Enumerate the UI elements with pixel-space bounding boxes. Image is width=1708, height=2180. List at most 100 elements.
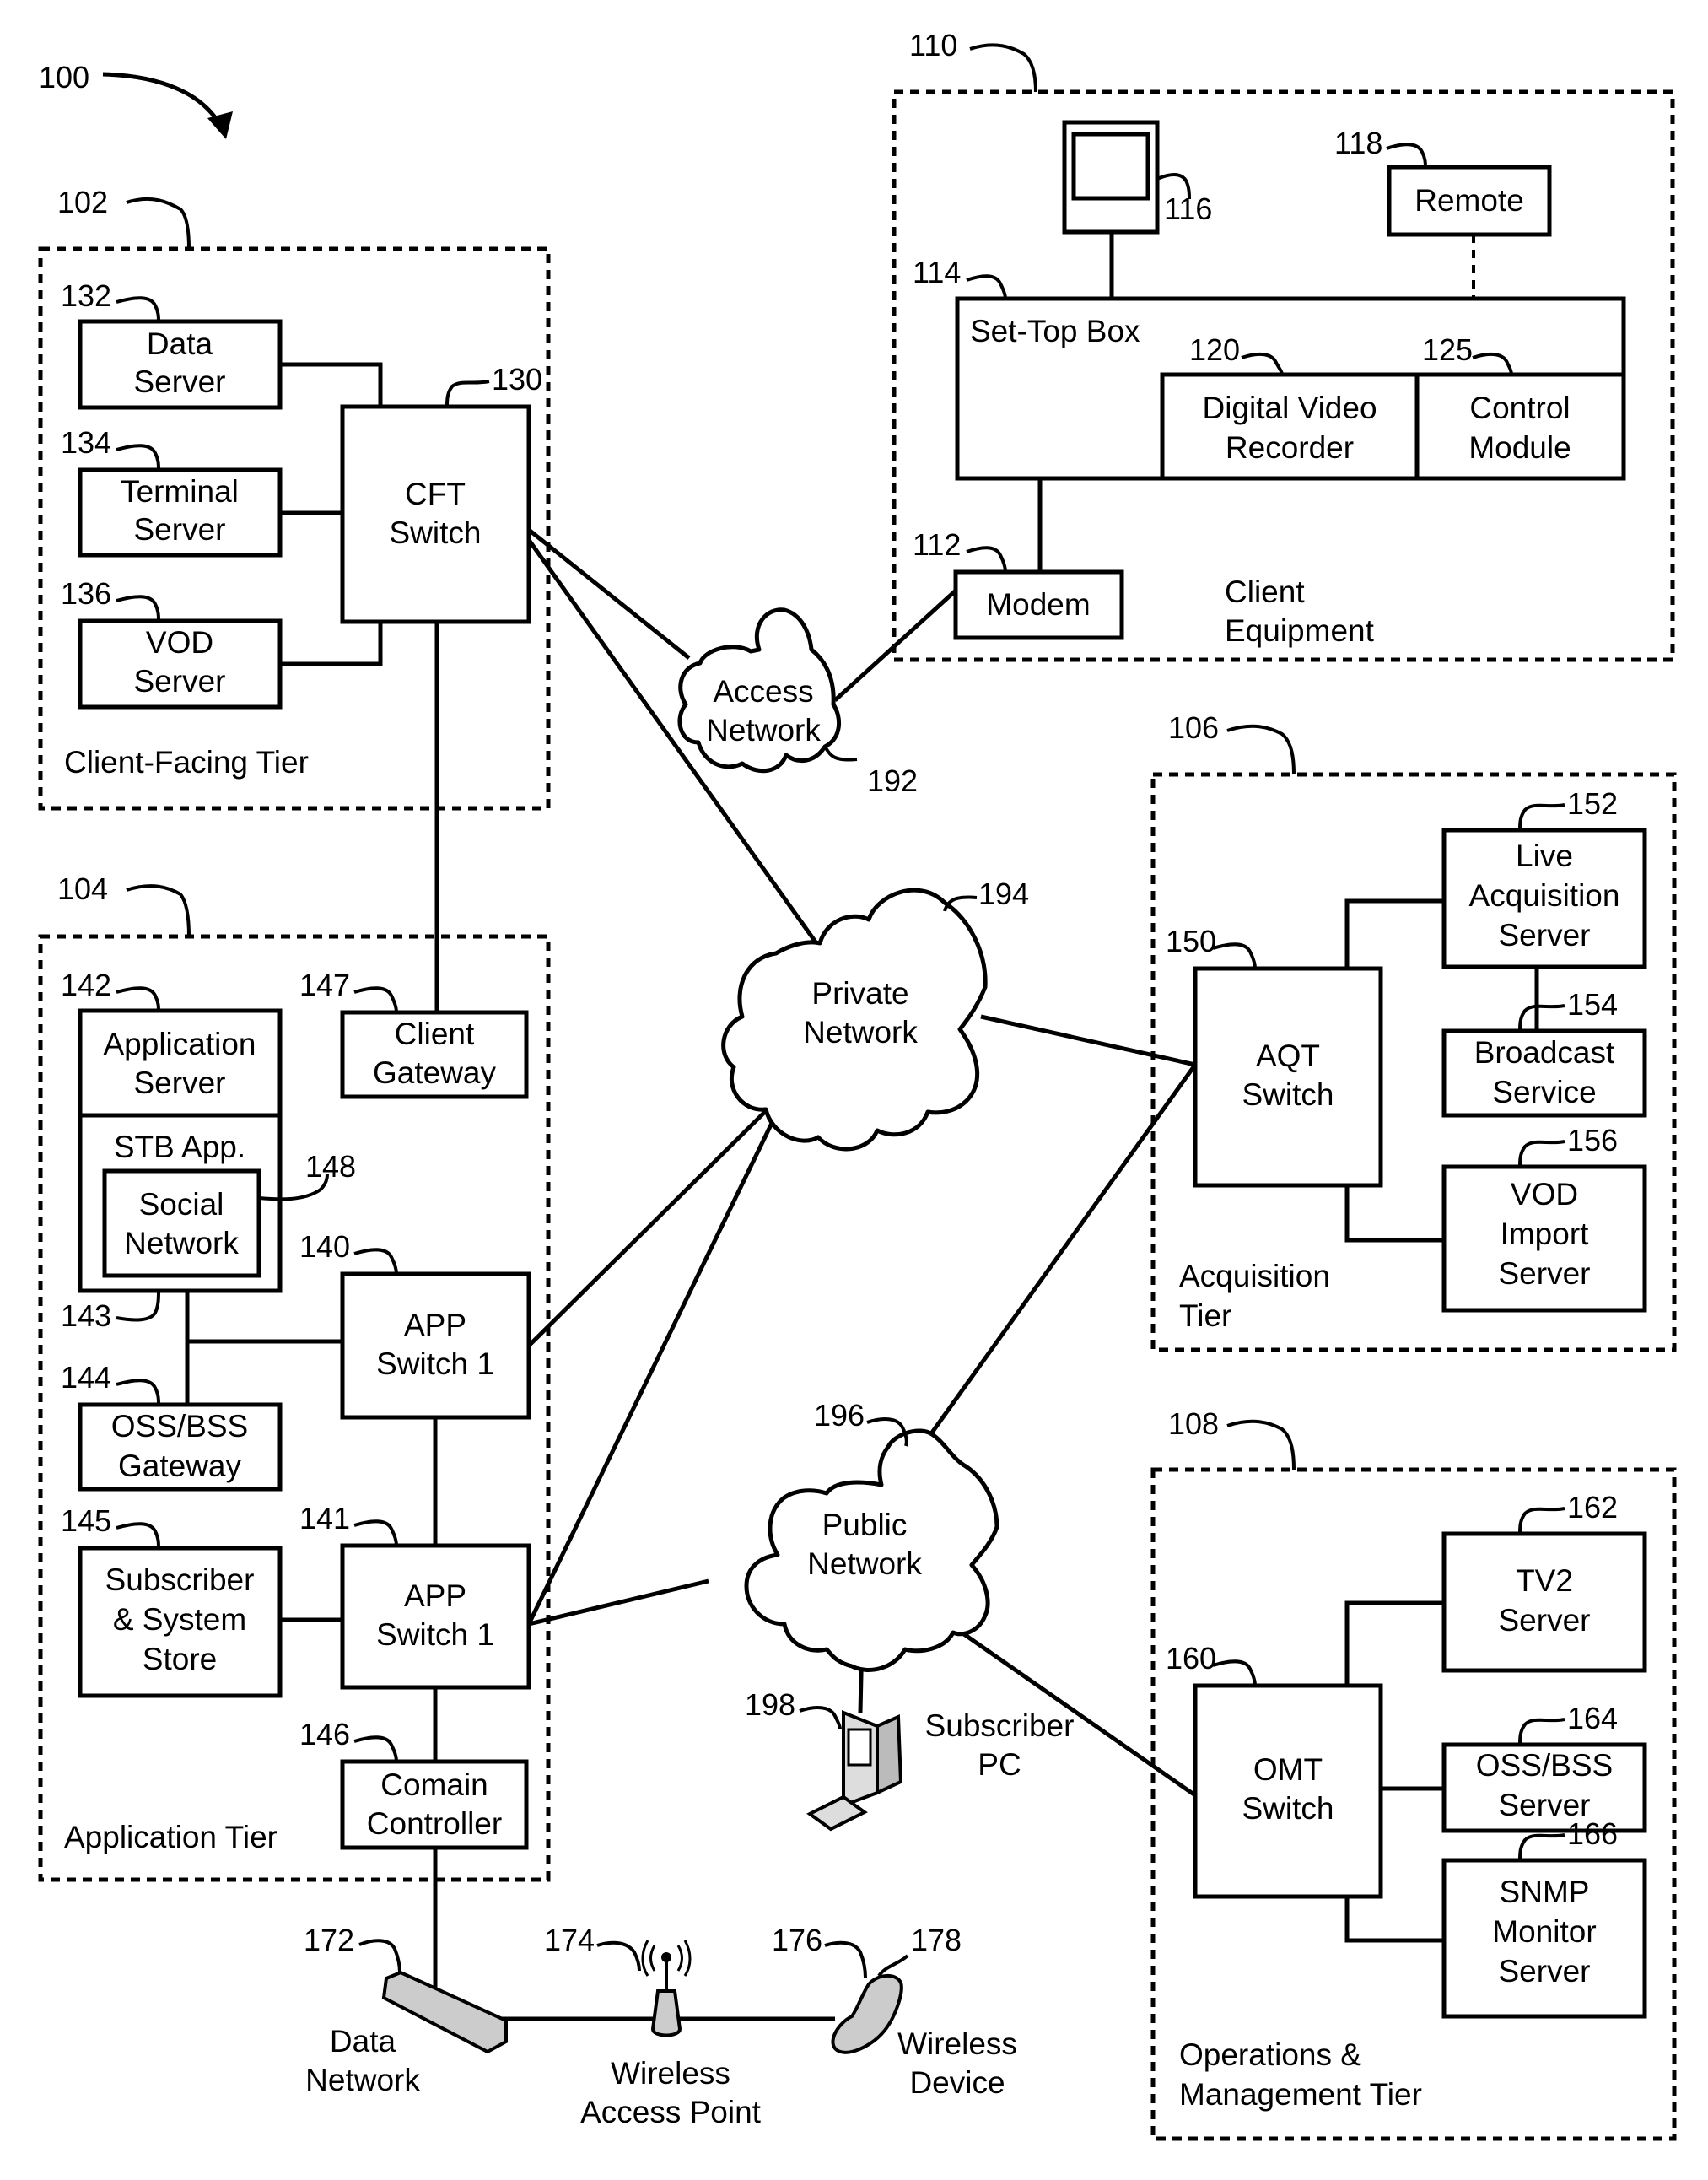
stb-app-label: STB App.: [114, 1130, 245, 1164]
data-network-label-line2: Network: [305, 2063, 420, 2097]
cft-switch[interactable]: CFT Switch 130: [340, 362, 542, 624]
acquisition-tier-ref: 106: [1168, 710, 1219, 745]
vod-server[interactable]: VOD Server 136: [61, 576, 283, 710]
domain-controller-label-line1: Comain: [380, 1767, 488, 1802]
stb-app-ref: 143: [61, 1298, 111, 1333]
control-module-ref: 125: [1422, 332, 1473, 367]
aqt-switch-label-line1: AQT: [1256, 1039, 1320, 1073]
domain-controller[interactable]: Comain Controller 146: [299, 1717, 529, 1850]
live-acquisition-server[interactable]: Live Acquisition Server 152: [1441, 786, 1647, 969]
client-gateway[interactable]: Client Gateway 147: [299, 968, 529, 1099]
tv2-server[interactable]: TV2 Server 162: [1441, 1490, 1647, 1673]
oss-bss-gateway-label-line2: Gateway: [118, 1449, 242, 1483]
vod-import-server[interactable]: VOD Import Server 156: [1441, 1123, 1647, 1313]
private-network[interactable]: Private Network 194: [721, 877, 1029, 1152]
subscriber-pc[interactable]: 198 Subscriber PC: [745, 1687, 1074, 1832]
modem-leader: [966, 546, 1007, 573]
modem[interactable]: Modem 112: [913, 527, 1124, 640]
data-server-ref: 132: [61, 278, 111, 313]
link-app-switch-a-private: [527, 1098, 779, 1347]
tv2-server-label-line2: Server: [1499, 1603, 1591, 1638]
app-switch-140-leader: [353, 1248, 398, 1275]
oss-bss-gateway[interactable]: OSS/BSS Gateway 144: [61, 1360, 283, 1492]
link-app-switch-b-private: [526, 1087, 791, 1626]
operations-tier-label-line1: Operations &: [1179, 2037, 1361, 2072]
broadcast-service-leader: [1518, 1004, 1565, 1032]
set-top-box-leader: [966, 274, 1007, 299]
snmp-monitor-server[interactable]: SNMP Monitor Server 166: [1441, 1816, 1647, 2019]
figure-ref-number: 100: [39, 60, 89, 94]
figure-reference: 100: [39, 60, 233, 139]
data-server-label-line1: Data: [147, 326, 213, 361]
social-network-label-line2: Network: [124, 1226, 239, 1260]
subscriber-pc-label-line2: PC: [978, 1747, 1021, 1782]
acquisition-tier-leader: [1226, 724, 1296, 775]
data-server-leader: [116, 296, 160, 322]
application-tier: 104 Application Tier Application Server …: [38, 871, 551, 1882]
cft-switch-label-line2: Switch: [390, 515, 482, 550]
snmp-leader: [1518, 1833, 1565, 1861]
data-network[interactable]: 172 Data Network: [304, 1923, 508, 2097]
terminal-server[interactable]: Terminal Server 134: [61, 425, 283, 558]
wireless-device-label-line2: Device: [909, 2065, 1005, 2100]
application-server-label-line1: Application: [103, 1027, 256, 1061]
client-equipment-leader: [969, 43, 1037, 93]
wireless-device[interactable]: 176 178 Wireless Device: [772, 1923, 1017, 2100]
app-switch-141[interactable]: APP Switch 1 141: [299, 1501, 531, 1690]
client-gateway-label-line2: Gateway: [373, 1055, 497, 1090]
subscriber-store-label-line2: & System: [113, 1602, 246, 1637]
subscriber-system-store[interactable]: Subscriber & System Store 145: [61, 1503, 283, 1698]
private-network-label-line2: Network: [803, 1015, 918, 1050]
application-tier-ref: 104: [57, 871, 108, 906]
broadcast-service-ref: 154: [1567, 987, 1618, 1022]
set-top-box-ref: 114: [913, 255, 961, 289]
terminal-server-leader: [116, 444, 160, 471]
snmp-ref: 166: [1567, 1816, 1618, 1851]
oss-bss-server[interactable]: OSS/BSS Server 164: [1441, 1701, 1647, 1833]
social-network-label-line1: Social: [139, 1187, 224, 1222]
subscriber-store-leader: [116, 1522, 160, 1549]
app-switch-141-ref: 141: [299, 1501, 350, 1535]
snmp-label-line2: Monitor: [1492, 1914, 1596, 1949]
link-aqt-live: [1344, 898, 1444, 969]
app-switch-140-label-line2: Switch 1: [376, 1346, 494, 1381]
vod-import-leader: [1518, 1140, 1565, 1168]
link-app-switch-b-public: [528, 1578, 709, 1627]
wireless-access-point[interactable]: 174 Wireless Access Point: [544, 1923, 762, 2129]
social-network-ref: 148: [305, 1149, 356, 1184]
domain-controller-ref: 146: [299, 1717, 350, 1751]
broadcast-service[interactable]: Broadcast Service 154: [1441, 987, 1647, 1118]
remote-label: Remote: [1414, 183, 1524, 218]
app-switch-140[interactable]: APP Switch 1 140: [299, 1229, 531, 1420]
display-monitor[interactable]: 116: [1062, 120, 1212, 235]
app-switch-140-ref: 140: [299, 1229, 350, 1264]
client-equipment: 110 Client Equipment 116 Remote 118 Set-…: [892, 28, 1675, 662]
oss-bss-server-label-line1: OSS/BSS: [1476, 1748, 1613, 1783]
data-server[interactable]: Data Server 132: [61, 278, 283, 410]
public-network[interactable]: Public Network 196: [744, 1398, 999, 1672]
stb-app-leader: [116, 1290, 160, 1322]
vod-import-label-line2: Import: [1501, 1217, 1590, 1251]
domain-controller-label-line2: Controller: [367, 1806, 502, 1841]
oss-bss-server-ref: 164: [1567, 1701, 1618, 1735]
domain-controller-leader: [353, 1735, 398, 1762]
oss-bss-gateway-label-line1: OSS/BSS: [111, 1409, 248, 1443]
link-vod-server-cft: [280, 622, 383, 666]
oss-bss-gateway-ref: 144: [61, 1360, 111, 1395]
application-server[interactable]: Application Server STB App. 142 143: [61, 968, 283, 1333]
client-gateway-ref: 147: [299, 968, 350, 1002]
subscriber-store-label-line3: Store: [143, 1642, 217, 1676]
private-network-label-line1: Private: [811, 976, 908, 1011]
application-server-leader: [116, 986, 160, 1012]
remote[interactable]: Remote 118: [1334, 126, 1552, 237]
wireless-device-ref: 176: [772, 1923, 822, 1957]
access-network-label-line2: Network: [706, 713, 821, 747]
subscriber-store-label-line1: Subscriber: [105, 1562, 255, 1597]
vod-import-label-line1: VOD: [1511, 1177, 1578, 1211]
public-network-label-line1: Public: [822, 1508, 908, 1542]
desktop-computer-icon: [806, 1710, 903, 1832]
acquisition-tier-label-line1: Acquisition: [1179, 1259, 1330, 1293]
access-network[interactable]: Access Network 192: [677, 607, 918, 798]
vod-server-label-line2: Server: [134, 664, 226, 699]
data-server-label-line2: Server: [134, 364, 226, 399]
